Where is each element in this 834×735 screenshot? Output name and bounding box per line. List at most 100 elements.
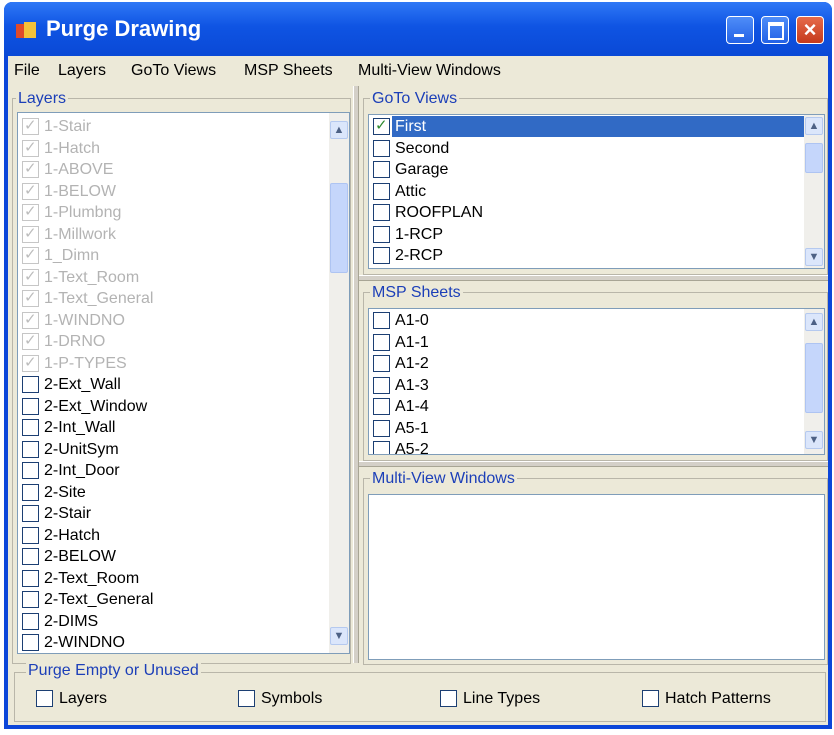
- scroll-down-button[interactable]: ▼: [805, 248, 823, 266]
- checkbox-box: [22, 159, 39, 178]
- checkbox-box[interactable]: [373, 247, 390, 264]
- list-item-label: 2-UnitSym: [44, 440, 119, 458]
- list-item-label: 2-Ext_Window: [44, 397, 148, 415]
- list-item-label: 2-RCP: [395, 247, 444, 264]
- checkbox-box: [22, 353, 39, 372]
- checkbox-box: [22, 202, 39, 221]
- checkbox-box[interactable]: [373, 225, 390, 243]
- scroll-up-button[interactable]: ▲: [805, 117, 823, 135]
- checkbox-box[interactable]: [22, 462, 39, 479]
- multi-view-windows-list[interactable]: [368, 494, 825, 660]
- list-item-label: Attic: [395, 182, 427, 200]
- vertical-splitter[interactable]: [353, 86, 359, 663]
- scroll-down-button[interactable]: ▼: [330, 627, 348, 645]
- list-item-label: A5-2: [395, 441, 429, 455]
- list-item-label: 1-Stair: [44, 118, 92, 135]
- goto-views-list[interactable]: 2-RCP 1-RCP ROOFPLAN Attic Garage Second First…: [368, 114, 825, 269]
- list-item-label: 2-Site: [44, 483, 86, 501]
- checkbox-box[interactable]: [22, 419, 39, 436]
- horizontal-splitter-1[interactable]: [359, 275, 828, 281]
- checkbox-box[interactable]: [22, 505, 39, 522]
- checkbox-box[interactable]: [373, 161, 390, 178]
- chevron-down-icon: ▼: [333, 630, 345, 642]
- dialog-client-area: File Layers GoTo Views MSP Sheets Multi-…: [8, 56, 828, 725]
- list-item-label: 1-Millwork: [44, 225, 116, 243]
- checkbox-box[interactable]: [22, 526, 39, 544]
- msp-sheets-scrollbar[interactable]: ▲ ▼: [804, 309, 824, 454]
- list-item-label: 1_Dimn: [44, 247, 100, 264]
- checkbox-box[interactable]: [373, 398, 390, 415]
- checkbox-box[interactable]: [22, 612, 39, 630]
- msp-sheets-list[interactable]: A5-2 A5-1 A1-4 A1-3 A1-2 A1-1 A1-0 ▲ ▼: [368, 308, 825, 455]
- checkbox-box[interactable]: [373, 139, 390, 157]
- scroll-thumb[interactable]: [330, 183, 348, 273]
- list-item-label: 2-Text_Room: [44, 569, 140, 587]
- list-item-label: 1-ABOVE: [44, 161, 114, 178]
- checkbox-box[interactable]: [22, 548, 39, 565]
- checkbox-box[interactable]: [373, 333, 390, 351]
- layers-group-label: Layers: [16, 90, 69, 108]
- checkbox-box[interactable]: [373, 355, 390, 372]
- checkbox-box: [22, 116, 39, 135]
- list-item-label: A1-1: [395, 333, 429, 351]
- checkbox-box[interactable]: [373, 312, 390, 329]
- list-item-label: Garage: [395, 161, 449, 178]
- checkbox-box[interactable]: [642, 690, 659, 707]
- scroll-up-button[interactable]: ▲: [805, 313, 823, 331]
- scroll-down-button[interactable]: ▼: [805, 431, 823, 449]
- layers-list[interactable]: 2-WINDNO 2-DIMS 2-Text_General 2-Text_Room 2…: [17, 112, 350, 654]
- checkbox-label: Line Types: [463, 690, 541, 707]
- close-button[interactable]: ×: [796, 16, 824, 44]
- menu-msp-sheets[interactable]: MSP Sheets: [244, 62, 333, 80]
- checkbox-label: Symbols: [261, 690, 323, 707]
- menu-layers[interactable]: Layers: [58, 62, 106, 80]
- checkbox-label: Hatch Patterns: [665, 690, 771, 707]
- checkbox-box[interactable]: [36, 690, 53, 707]
- menu-file[interactable]: File: [14, 62, 40, 80]
- checkbox-box: [22, 310, 39, 329]
- close-icon: ×: [803, 17, 817, 42]
- checkbox-box[interactable]: [238, 690, 255, 707]
- scroll-thumb[interactable]: [805, 343, 823, 413]
- minimize-icon: [734, 34, 744, 37]
- checkbox-box[interactable]: [22, 634, 39, 651]
- checkbox-box: [22, 267, 39, 286]
- menu-goto-views[interactable]: GoTo Views: [131, 62, 216, 80]
- checkbox-box[interactable]: [373, 419, 390, 437]
- chevron-up-icon: ▲: [808, 120, 820, 132]
- list-item-label: A1-2: [395, 355, 429, 372]
- checkbox-box[interactable]: [22, 483, 39, 501]
- msp-sheets-group-label: MSP Sheets: [370, 284, 463, 302]
- checkbox-box: [22, 288, 39, 307]
- maximize-button[interactable]: [761, 16, 789, 44]
- checkbox-box[interactable]: [22, 569, 39, 587]
- list-item-label: Second: [395, 139, 450, 157]
- checkbox-box[interactable]: [22, 440, 39, 458]
- list-item-label: 2-Stair: [44, 505, 92, 522]
- multi-view-windows-group-label: Multi-View Windows: [370, 470, 517, 488]
- checkbox-box[interactable]: [373, 116, 390, 135]
- checkbox-box[interactable]: [22, 397, 39, 415]
- checkbox-box: [22, 181, 39, 200]
- menu-multi-view-windows[interactable]: Multi-View Windows: [358, 62, 501, 80]
- scroll-up-button[interactable]: ▲: [330, 121, 348, 139]
- scroll-thumb[interactable]: [805, 143, 823, 173]
- checkbox-box[interactable]: [440, 690, 457, 707]
- checkbox-box: [22, 331, 39, 350]
- checkbox-box[interactable]: [22, 376, 39, 393]
- checkbox-box[interactable]: [373, 204, 390, 221]
- checkbox-box[interactable]: [22, 591, 39, 608]
- app-icon: [16, 22, 36, 40]
- checkbox-box[interactable]: [373, 376, 390, 394]
- checkbox-box[interactable]: [373, 441, 390, 454]
- goto-views-scrollbar[interactable]: ▲ ▼: [804, 115, 824, 268]
- list-item-label: 1-DRNO: [44, 333, 106, 350]
- horizontal-splitter-2[interactable]: [359, 461, 828, 467]
- layers-scrollbar[interactable]: ▲ ▼: [329, 113, 349, 653]
- checkbox-box: [22, 224, 39, 243]
- title-bar[interactable]: Purge Drawing ×: [4, 2, 832, 56]
- checkbox-box: [22, 138, 39, 157]
- checkbox-box[interactable]: [373, 182, 390, 200]
- minimize-button[interactable]: [726, 16, 754, 44]
- list-item-label: 1-Plumbng: [44, 204, 122, 221]
